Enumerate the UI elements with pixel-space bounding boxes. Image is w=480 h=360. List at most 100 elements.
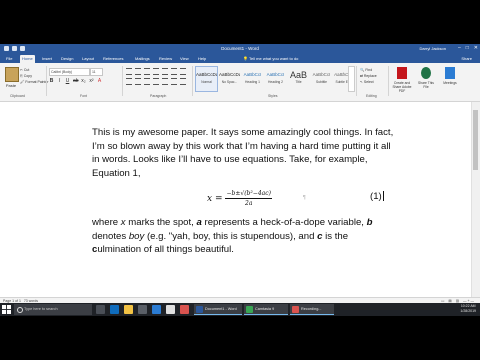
ribbon-tabs: File Home Insert Design Layout Reference… [0, 54, 480, 63]
tab-home[interactable]: Home [20, 55, 35, 63]
tab-design[interactable]: Design [59, 55, 75, 63]
font-name-dropdown[interactable]: Calibri (Body) [49, 68, 90, 76]
shading-icon[interactable] [171, 78, 177, 85]
paragraph-group-label: Paragraph [150, 94, 167, 98]
tab-review[interactable]: Review [157, 55, 174, 63]
tab-layout[interactable]: Layout [80, 55, 96, 63]
style-name: Normal [201, 80, 212, 84]
adobe-pdf-icon [397, 67, 407, 79]
style-heading-2[interactable]: AaBbCcI Heading 2 [264, 66, 287, 92]
align-right-icon[interactable] [144, 78, 150, 85]
editing-group-label: Editing [366, 94, 377, 98]
equation-block[interactable]: x = −b±√(b²−4ac) 2a ¶ (1) [90, 188, 396, 214]
styles-scroll[interactable] [348, 66, 355, 92]
style-sample: AaBbCcDd [219, 72, 240, 77]
tab-help[interactable]: Help [196, 55, 208, 63]
taskbar-search[interactable]: Type here to search [14, 304, 92, 315]
multilevel-list-icon[interactable] [144, 68, 150, 75]
increase-indent-icon[interactable] [162, 68, 168, 75]
document-area[interactable]: This is my awesome paper. It says some a… [0, 102, 480, 298]
style-normal[interactable]: AaBbCcDd Normal [195, 66, 218, 92]
adobe-pdf-button[interactable]: Create and Share Adobe PDF [392, 67, 412, 93]
document-page[interactable]: This is my awesome paper. It says some a… [90, 122, 400, 298]
decrease-indent-icon[interactable] [153, 68, 159, 75]
sort-icon[interactable] [171, 68, 177, 75]
minimize-icon[interactable]: – [458, 45, 461, 51]
font-size-dropdown[interactable]: 11 [90, 68, 103, 76]
window-controls: – □ ✕ [458, 45, 478, 51]
chrome-icon[interactable] [166, 305, 175, 314]
file-explorer-icon[interactable] [124, 305, 133, 314]
taskbar-app-recording[interactable]: Recording... [290, 304, 334, 315]
share-file-label: Share This File [418, 81, 434, 89]
app-icon[interactable] [180, 305, 189, 314]
taskbar: Type here to search Document1 - Word Cam… [0, 303, 480, 316]
user-name[interactable]: Darryl Jackson [420, 46, 446, 51]
title-bar: Document1 - Word Darryl Jackson – □ ✕ [0, 44, 480, 54]
select-button[interactable]: ↖ Select [360, 79, 377, 85]
tab-insert[interactable]: Insert [40, 55, 54, 63]
style-heading-1[interactable]: AaBbCcI Heading 1 [241, 66, 264, 92]
align-left-icon[interactable] [126, 78, 132, 85]
maximize-icon[interactable]: □ [466, 45, 469, 51]
equation-number-text: (1) [370, 191, 382, 202]
tell-me-box[interactable]: 💡 Tell me what you want to do [243, 55, 298, 63]
tab-references[interactable]: References [101, 55, 125, 63]
style-subtitle[interactable]: AaBbCcI Subtitle [310, 66, 333, 92]
paragraph-row-1 [126, 68, 186, 75]
store-icon[interactable] [138, 305, 147, 314]
equation-denominator: 2a [245, 200, 253, 207]
line-spacing-icon[interactable] [162, 78, 168, 85]
font-group-label: Font [80, 94, 88, 98]
windows-start-icon[interactable] [2, 305, 11, 314]
ribbon-divider [388, 66, 389, 96]
equation-fraction: −b±√(b²−4ac) 2a [225, 190, 272, 207]
subscript-button[interactable]: x₂ [81, 78, 86, 84]
body-paragraph-2[interactable]: where x marks the spot, a represents a h… [92, 216, 398, 257]
tab-view[interactable]: View [178, 55, 191, 63]
system-tray-clock[interactable]: 10:22 AM 1/28/2019 [460, 304, 476, 314]
taskbar-app-word[interactable]: Document1 - Word [194, 304, 242, 315]
taskbar-app-camtasia[interactable]: Camtasia 9 [244, 304, 288, 315]
style-title[interactable]: AaB Title [287, 66, 310, 92]
numbering-icon[interactable] [135, 68, 141, 75]
style-sample: AaBbCcDd [196, 72, 217, 77]
mail-icon[interactable] [152, 305, 161, 314]
paste-button[interactable]: Paste [4, 66, 19, 88]
equation-numerator: −b±√(b²−4ac) [225, 190, 272, 199]
share-file-button[interactable]: Share This File [416, 67, 436, 89]
borders-icon[interactable] [180, 78, 186, 85]
strikethrough-button[interactable]: ab [73, 78, 79, 84]
word-icon [196, 306, 203, 313]
tab-mailings[interactable]: Mailings [133, 55, 152, 63]
align-center-icon[interactable] [135, 78, 141, 85]
ribbon-divider [356, 66, 357, 96]
underline-button[interactable]: U [65, 78, 70, 84]
edge-icon[interactable] [110, 305, 119, 314]
close-icon[interactable]: ✕ [474, 45, 478, 51]
italic-button[interactable]: I [57, 78, 62, 84]
bullets-icon[interactable] [126, 68, 132, 75]
font-color-button[interactable]: A [97, 78, 102, 84]
var-a: a [196, 217, 202, 228]
taskbar-app-label: Camtasia 9 [255, 307, 275, 311]
show-marks-icon[interactable] [180, 68, 186, 75]
meetings-button[interactable]: Meetings [440, 67, 460, 85]
justify-icon[interactable] [153, 78, 159, 85]
editing-actions: 🔍 Find ⇄ Replace ↖ Select [360, 67, 377, 85]
superscript-button[interactable]: x² [89, 78, 94, 84]
quadratic-equation[interactable]: x = −b±√(b²−4ac) 2a [207, 190, 272, 207]
style-sample: AaBbCcI [312, 72, 331, 77]
share-button[interactable]: Share [461, 55, 472, 63]
scrollbar-thumb[interactable] [473, 110, 478, 170]
tab-file[interactable]: File [4, 55, 14, 63]
paragraph-row-2 [126, 78, 186, 85]
ribbon-divider [122, 66, 123, 96]
body-paragraph-1[interactable]: This is my awesome paper. It says some a… [92, 126, 398, 180]
bold-button[interactable]: B [49, 78, 54, 84]
format-painter-button[interactable]: 🖌 Format Painter [20, 79, 49, 85]
clipboard-actions: ✂ Cut ⎘ Copy 🖌 Format Painter [20, 67, 49, 85]
task-view-icon[interactable] [96, 305, 105, 314]
style-no-spacing[interactable]: AaBbCcDd No Spac... [218, 66, 241, 92]
vertical-scrollbar[interactable] [471, 102, 480, 298]
